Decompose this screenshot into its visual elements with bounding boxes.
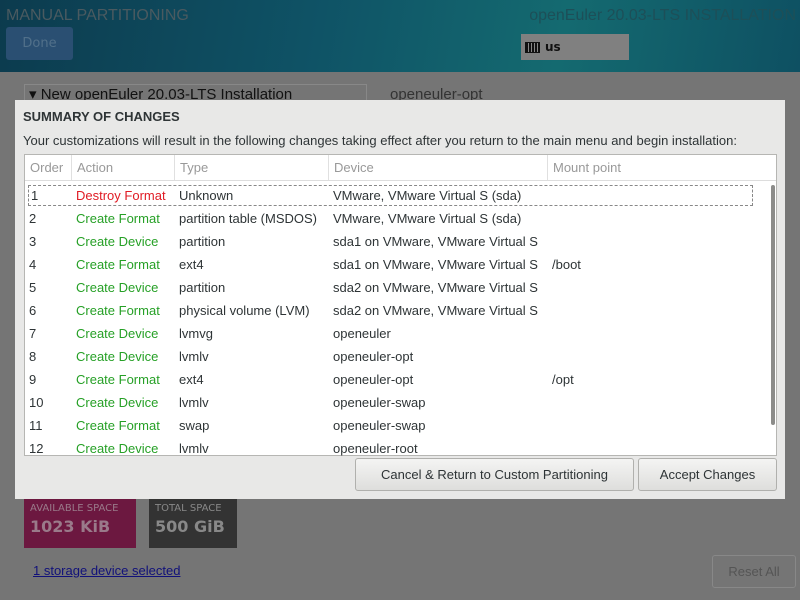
order-cell: 9 (29, 372, 37, 387)
order-cell: 7 (29, 326, 37, 341)
type-cell: swap (179, 418, 210, 433)
action-cell: Create Device (76, 349, 159, 364)
action-cell: Create Format (76, 418, 160, 433)
table-header: Order Action Type Device Mount point (25, 155, 776, 181)
order-cell: 11 (29, 418, 43, 433)
order-cell: 12 (29, 441, 44, 456)
type-cell: partition (179, 234, 226, 249)
changes-table: Order Action Type Device Mount point 1 De… (24, 154, 777, 456)
device-cell: VMware, VMware Virtual S (sda) (333, 188, 522, 203)
column-header[interactable]: Type (175, 155, 329, 180)
action-cell: Create Device (76, 234, 159, 249)
action-cell: Destroy Format (76, 188, 166, 203)
type-cell: partition (179, 280, 226, 295)
table-row[interactable]: 3 Create Device partition sda1 on VMware, V… (25, 230, 776, 253)
device-cell: openeuler-swap (333, 395, 426, 410)
order-cell: 10 (29, 395, 44, 410)
summary-dialog: SUMMARY OF CHANGES Your customizations w… (15, 100, 785, 499)
action-cell: Create Device (76, 395, 159, 410)
table-row[interactable]: 7 Create Device lvmvg openeuler (25, 322, 776, 345)
type-cell: ext4 (179, 257, 204, 272)
accept-changes-button[interactable]: Accept Changes (638, 458, 777, 491)
device-cell: sda2 on VMware, VMware Virtual S (333, 280, 538, 295)
table-row[interactable]: 8 Create Device lvmlv openeuler-opt (25, 345, 776, 368)
action-cell: Create Format (76, 372, 160, 387)
column-header[interactable]: Mount point (548, 155, 748, 180)
column-header[interactable]: Device (329, 155, 548, 180)
header-bar: MANUAL PARTITIONING openEuler 20.03-LTS … (0, 0, 800, 72)
device-cell: openeuler-opt (333, 349, 414, 364)
order-cell: 3 (29, 234, 37, 249)
table-row[interactable]: 6 Create Format physical volume (LVM) sda2 … (25, 299, 776, 322)
keyboard-layout-label: us (545, 40, 561, 54)
device-cell: sda1 on VMware, VMware Virtual S (333, 257, 538, 272)
table-row[interactable]: 4 Create Format ext4 sda1 on VMware, VMware… (25, 253, 776, 276)
done-button[interactable]: Done (6, 27, 73, 60)
column-header[interactable]: Action (72, 155, 175, 180)
action-cell: Create Device (76, 280, 159, 295)
total-space: TOTAL SPACE 500 GiB (149, 499, 237, 548)
order-cell: 5 (29, 280, 37, 295)
product-title: openEuler 20.03-LTS INSTALLATION (529, 7, 796, 24)
dialog-title: SUMMARY OF CHANGES (23, 109, 180, 124)
total-space-label: TOTAL SPACE (155, 503, 222, 514)
table-row[interactable]: 10 Create Device lvmlv openeuler-swap (25, 391, 776, 414)
order-cell: 1 (31, 188, 39, 203)
mount-point-cell: /opt (552, 372, 574, 387)
type-cell: lvmlv (179, 349, 209, 364)
device-cell: openeuler (333, 326, 391, 341)
table-row[interactable]: 1 Destroy Format Unknown VMware, VMware Vir… (27, 184, 754, 207)
type-cell: physical volume (LVM) (179, 303, 310, 318)
table-row[interactable]: 5 Create Device partition sda2 on VMware, V… (25, 276, 776, 299)
action-cell: Create Format (76, 257, 160, 272)
column-header[interactable]: Order (25, 155, 72, 180)
available-space-label: AVAILABLE SPACE (30, 503, 119, 514)
type-cell: lvmlv (179, 441, 209, 456)
keyboard-layout-button[interactable]: us (521, 34, 629, 60)
action-cell: Create Device (76, 441, 159, 456)
scrollbar[interactable] (771, 185, 775, 425)
cancel-return-button[interactable]: Cancel & Return to Custom Partitioning (355, 458, 634, 491)
order-cell: 2 (29, 211, 37, 226)
action-cell: Create Format (76, 303, 160, 318)
type-cell: ext4 (179, 372, 204, 387)
reset-all-button[interactable]: Reset All (712, 555, 796, 588)
device-cell: VMware, VMware Virtual S (sda) (333, 211, 522, 226)
action-cell: Create Device (76, 326, 159, 341)
page-title: MANUAL PARTITIONING (6, 7, 189, 24)
order-cell: 6 (29, 303, 37, 318)
device-cell: sda2 on VMware, VMware Virtual S (333, 303, 538, 318)
total-space-value: 500 GiB (155, 517, 225, 536)
device-cell: openeuler-root (333, 441, 418, 456)
dialog-description: Your customizations will result in the f… (23, 133, 737, 148)
device-cell: openeuler-swap (333, 418, 426, 433)
type-cell: partition table (MSDOS) (179, 211, 317, 226)
storage-device-link[interactable]: 1 storage device selected (33, 563, 180, 578)
available-space-value: 1023 KiB (30, 517, 111, 536)
order-cell: 8 (29, 349, 37, 364)
order-cell: 4 (29, 257, 37, 272)
mount-point-cell: /boot (552, 257, 581, 272)
type-cell: lvmvg (179, 326, 213, 341)
table-row[interactable]: 11 Create Format swap openeuler-swap (25, 414, 776, 437)
device-cell: sda1 on VMware, VMware Virtual S (333, 234, 538, 249)
table-row[interactable]: 12 Create Device lvmlv openeuler-root (25, 437, 776, 460)
available-space: AVAILABLE SPACE 1023 KiB (24, 499, 136, 548)
device-cell: openeuler-opt (333, 372, 414, 387)
type-cell: Unknown (179, 188, 234, 203)
table-row[interactable]: 2 Create Format partition table (MSDOS) VMw… (25, 207, 776, 230)
type-cell: lvmlv (179, 395, 209, 410)
keyboard-icon (525, 41, 540, 53)
action-cell: Create Format (76, 211, 160, 226)
table-row[interactable]: 9 Create Format ext4 openeuler-opt/opt (25, 368, 776, 391)
